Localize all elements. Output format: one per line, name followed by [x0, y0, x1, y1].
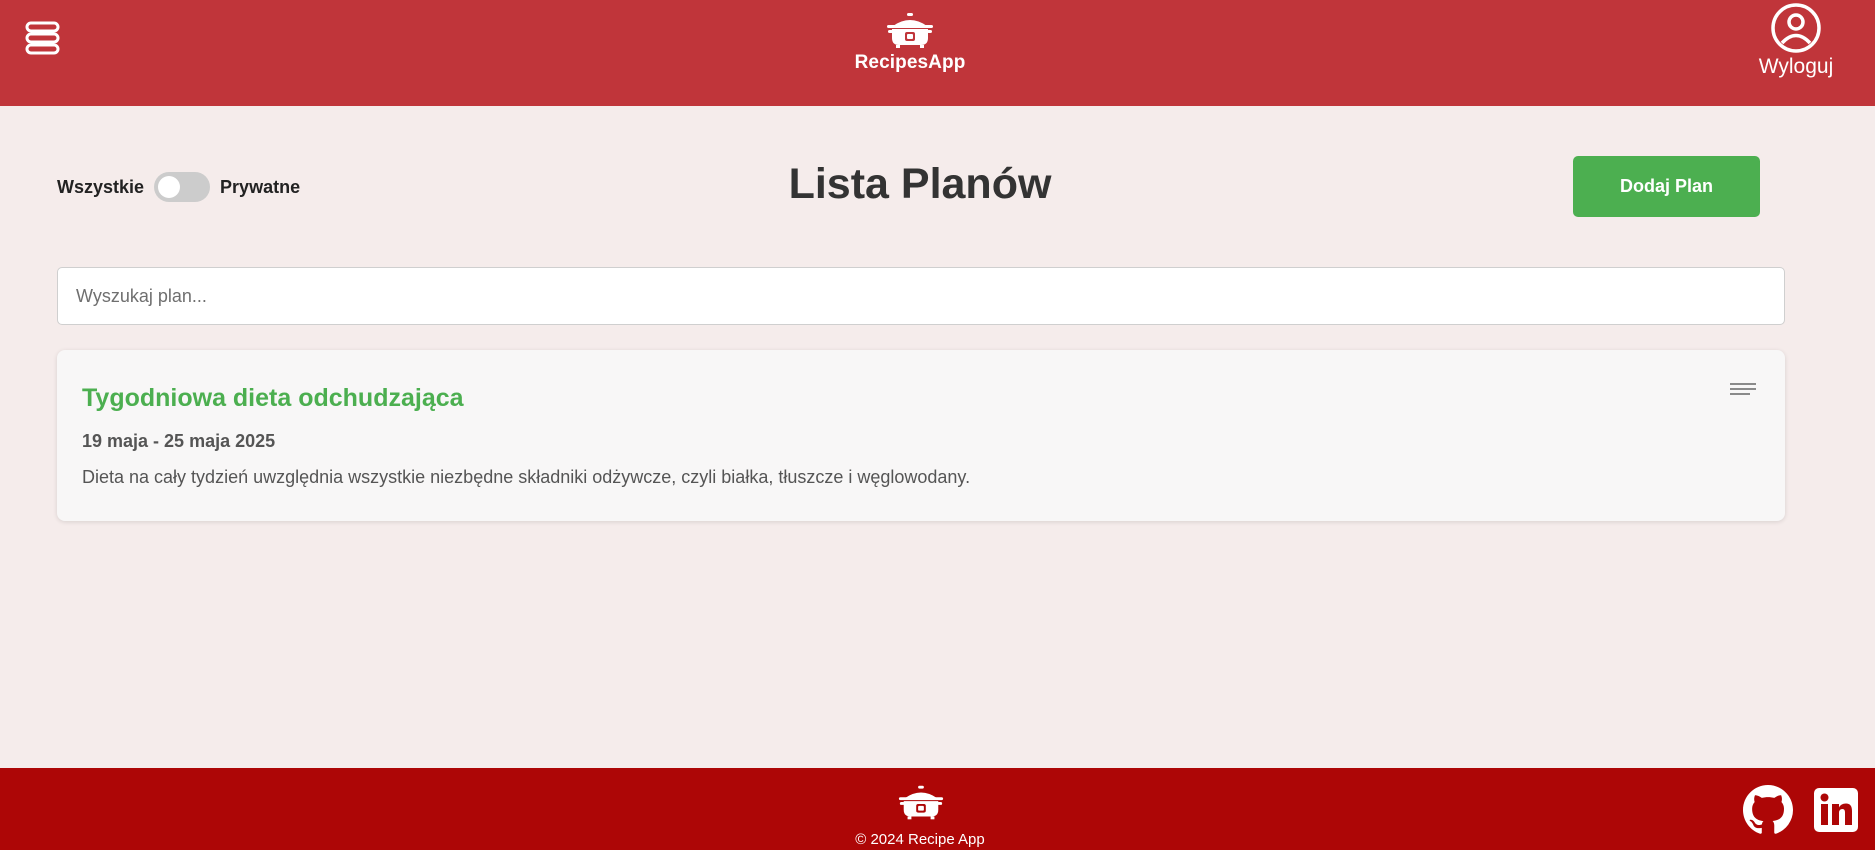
- filter-all-label: Wszystkie: [57, 176, 145, 197]
- cooking-pot-icon: [887, 13, 933, 48]
- github-link[interactable]: [1743, 785, 1793, 840]
- plan-card[interactable]: Tygodniowa dieta odchudzająca 19 maja - …: [57, 350, 1785, 521]
- brand-name: RecipesApp: [854, 52, 966, 73]
- plan-description: Dieta na cały tydzień uwzględnia wszystk…: [82, 467, 971, 487]
- plan-title[interactable]: Tygodniowa dieta odchudzająca: [82, 384, 464, 413]
- logout-button[interactable]: Wyloguj: [1750, 0, 1842, 90]
- private-toggle-switch[interactable]: [154, 172, 211, 202]
- footer-logo: [897, 784, 945, 827]
- brand-logo-link[interactable]: RecipesApp: [840, 12, 980, 82]
- linkedin-icon: [1814, 788, 1858, 832]
- linkedin-link[interactable]: [1813, 787, 1859, 838]
- page-title: Lista Planów: [788, 160, 1052, 208]
- copyright-text: © 2024 Recipe App: [855, 831, 985, 848]
- github-icon: [1743, 785, 1793, 834]
- user-circle-icon: [1771, 3, 1821, 53]
- menu-icon: [25, 21, 60, 55]
- add-plan-button[interactable]: Dodaj Plan: [1573, 156, 1760, 217]
- toggle-knob: [158, 176, 181, 198]
- plan-dates: 19 maja - 25 maja 2025: [82, 431, 276, 451]
- cooking-pot-icon: [898, 785, 944, 820]
- logout-label: Wyloguj: [1758, 55, 1834, 78]
- search-input[interactable]: [57, 267, 1785, 325]
- menu-button[interactable]: [24, 20, 62, 56]
- footer: © 2024 Recipe App: [0, 768, 1875, 850]
- top-navbar: RecipesApp Wyloguj: [0, 0, 1875, 106]
- lines-icon: [1730, 383, 1756, 395]
- filter-private-label: Prywatne: [220, 176, 301, 197]
- visibility-filter: Wszystkie Prywatne: [57, 172, 300, 202]
- plan-options-button[interactable]: [1730, 382, 1756, 398]
